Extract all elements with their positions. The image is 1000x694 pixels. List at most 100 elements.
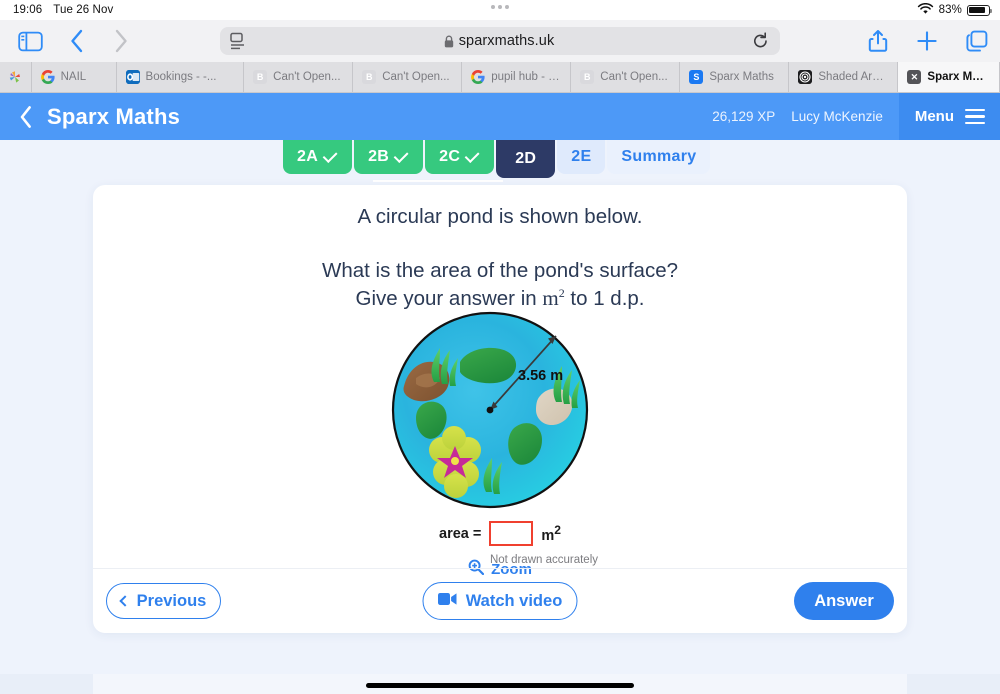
question-tab-2c[interactable]: 2C [425, 140, 495, 174]
status-right-cluster: 83% [917, 2, 993, 18]
browser-tab[interactable]: B Can't Open... [353, 62, 463, 92]
status-time: 19:06 [13, 4, 43, 16]
answer-button-label: Answer [814, 591, 874, 610]
home-indicator[interactable] [366, 683, 634, 688]
sidebar-toggle-icon[interactable] [16, 28, 44, 54]
video-camera-icon [438, 592, 458, 611]
question-tab-label: 2B [368, 148, 390, 165]
question-tab-label: 2D [515, 150, 537, 167]
chevron-left-icon [118, 595, 131, 607]
menu-button[interactable]: Menu [898, 93, 1000, 140]
answer-unit: m2 [541, 523, 561, 544]
card-footer: Previous Watch video Answer [93, 568, 907, 633]
google-icon [471, 70, 485, 84]
question-tab-2d[interactable]: 2D [496, 140, 556, 178]
question-line-3-pre: Give your answer in [355, 287, 543, 311]
browser-tab[interactable] [0, 62, 32, 92]
xp-counter: 26,129 XP [712, 109, 776, 124]
battery-icon [967, 4, 993, 16]
app-back-icon[interactable] [12, 105, 40, 129]
question-tab-summary[interactable]: Summary [607, 140, 711, 174]
browser-tab[interactable]: ✕ Sparx Maths [898, 62, 1000, 92]
wifi-icon [917, 2, 934, 18]
browser-toolbar: sparxmaths.uk [0, 20, 1000, 62]
tab-overview-icon[interactable] [966, 30, 988, 52]
check-icon [393, 148, 409, 164]
browser-tab[interactable]: pupil hub - G... [462, 62, 572, 92]
browser-tab[interactable]: Bookings - -... [117, 62, 245, 92]
browser-back-icon[interactable] [64, 28, 90, 54]
browser-tab[interactable]: S Sparx Maths [680, 62, 790, 92]
hamburger-icon [965, 108, 985, 125]
multitask-handle[interactable] [491, 5, 509, 9]
answer-button[interactable]: Answer [794, 582, 894, 620]
browser-tab[interactable]: B Can't Open... [244, 62, 354, 92]
ios-status-bar: 19:06 Tue 26 Nov 83% [0, 0, 1000, 20]
browser-tab-label: NAIL [60, 71, 87, 83]
question-tabs-row: 2A 2B 2C 2D 2E Summary [0, 140, 1000, 182]
answer-label: area = [439, 525, 482, 542]
browser-tab-label: Can't Open... [273, 71, 341, 83]
question-line-3: Give your answer in m2 to 1 d.p. [93, 284, 907, 313]
question-line-1: A circular pond is shown below. [357, 205, 643, 228]
browser-tab-strip: NAIL Bookings - -... B Can't Open... B Can't … [0, 62, 1000, 93]
battery-percent: 83% [938, 4, 962, 16]
browser-tab-label: Shaded Area... [818, 71, 889, 83]
address-bar-content[interactable]: sparxmaths.uk [246, 33, 752, 49]
check-icon [464, 148, 480, 164]
browser-tab-label: Bookings - -... [145, 71, 217, 83]
question-tab-label: 2A [297, 148, 319, 165]
spiral-icon [798, 70, 813, 84]
question-text: A circular pond is shown below. What is … [93, 203, 907, 313]
watch-video-button[interactable]: Watch video [422, 582, 578, 620]
browser-forward-icon[interactable] [108, 28, 134, 54]
question-tab-2b[interactable]: 2B [354, 140, 424, 174]
screen: 19:06 Tue 26 Nov 83% sparxmaths.uk NAIL … [0, 0, 1000, 694]
box-icon: B [580, 70, 595, 84]
question-tab-label: 2C [439, 148, 461, 165]
answer-input[interactable] [489, 521, 534, 546]
question-tab-2e[interactable]: 2E [557, 140, 606, 174]
question-line-2: What is the area of the pond's surface? [321, 258, 679, 282]
x-icon: ✕ [907, 70, 922, 84]
question-body: A circular pond is shown below. What is … [93, 185, 907, 588]
google-icon [40, 70, 55, 84]
question-tab-2a[interactable]: 2A [283, 140, 353, 174]
browser-tab-label: Can't Open... [600, 71, 668, 83]
user-name[interactable]: Lucy McKenzie [791, 93, 883, 140]
share-icon[interactable] [868, 29, 888, 53]
status-date: Tue 26 Nov [53, 4, 114, 16]
browser-tab-label: pupil hub - G... [491, 71, 562, 83]
tabs-underline [373, 180, 503, 182]
browser-tab-label: Sparx Maths [709, 71, 774, 83]
browser-tab-label: Sparx Maths [927, 71, 991, 83]
reload-icon[interactable] [752, 32, 769, 50]
toolbar-right-cluster [868, 29, 988, 53]
box-icon: B [253, 70, 268, 84]
colorful-pinwheel-icon [8, 70, 22, 84]
watch-video-label: Watch video [465, 591, 563, 610]
pond-centre-dot [486, 406, 494, 414]
sparx-icon: S [689, 70, 704, 84]
question-line-3-post: to 1 d.p. [564, 287, 645, 311]
address-bar[interactable]: sparxmaths.uk [220, 27, 780, 55]
previous-label: Previous [136, 591, 207, 610]
pond-diagram: 3.56 m area = m2 Not drawn accurately [93, 310, 907, 566]
address-bar-url: sparxmaths.uk [458, 33, 555, 49]
question-tab-label: Summary [621, 148, 697, 165]
page-settings-icon[interactable] [230, 32, 246, 50]
pond-illustration: 3.56 m [391, 311, 589, 509]
lock-icon [444, 35, 454, 48]
unit-metres-squared: m2 [542, 286, 565, 311]
browser-tab[interactable]: NAIL [32, 62, 117, 92]
browser-tab-label: Can't Open... [382, 71, 450, 83]
previous-button[interactable]: Previous [106, 583, 221, 619]
app-title: Sparx Maths [47, 103, 181, 129]
question-tab-label: 2E [571, 148, 592, 165]
question-tabs: 2A 2B 2C 2D 2E Summary [283, 140, 711, 178]
app-header: Sparx Maths 26,129 XP Lucy McKenzie Menu [0, 93, 1000, 140]
browser-tab[interactable]: B Can't Open... [571, 62, 681, 92]
outlook-icon [125, 70, 140, 84]
browser-tab[interactable]: Shaded Area... [789, 62, 899, 92]
new-tab-plus-icon[interactable] [916, 30, 938, 52]
